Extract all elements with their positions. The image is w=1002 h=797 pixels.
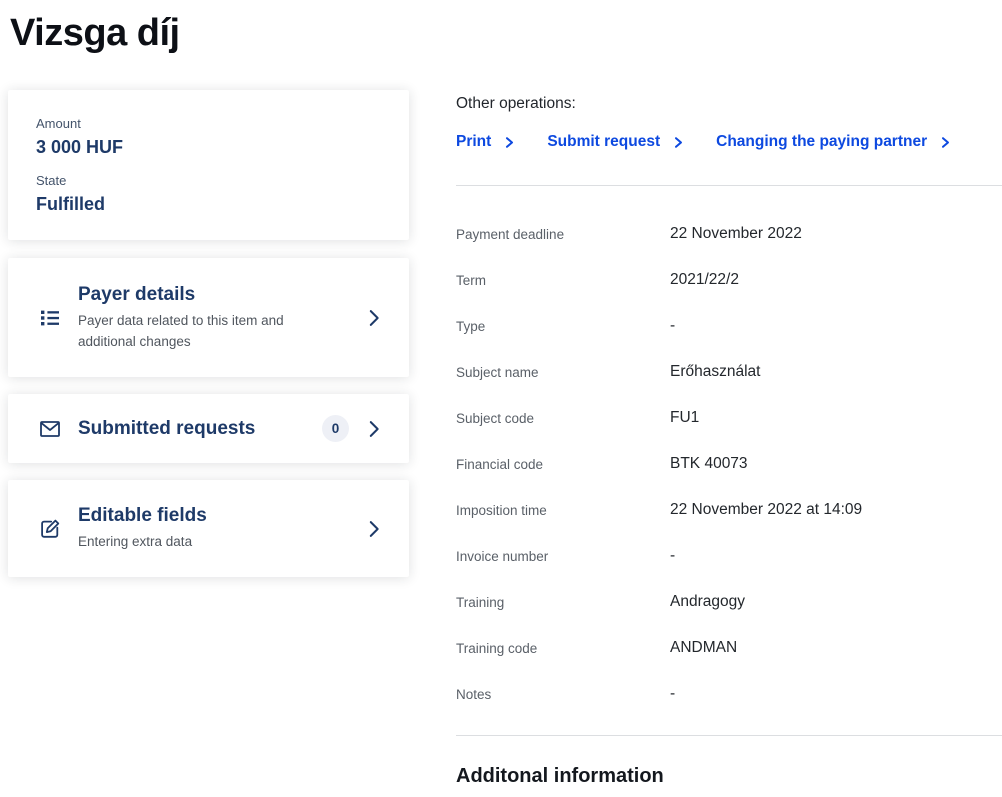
change-paying-partner-link[interactable]: Changing the paying partner [716,132,952,152]
print-link-label: Print [456,132,491,152]
detail-value: 2021/22/2 [670,271,739,289]
amount-field: Amount 3 000 HUF [36,116,385,159]
detail-row-imposition-time: Imposition time 22 November 2022 at 14:0… [456,487,1002,533]
request-count-badge: 0 [322,415,349,442]
detail-label: Training code [456,641,670,656]
nav-card-title: Submitted requests [78,418,255,440]
page-title: Vizsga díj [10,8,1002,58]
chevron-right-icon [363,518,385,540]
detail-row-notes: Notes - [456,671,1002,717]
detail-row-type: Type - [456,303,1002,349]
detail-label: Financial code [456,457,670,472]
detail-label: Invoice number [456,549,670,564]
state-field: State Fulfilled [36,173,385,216]
nav-card-description: Payer data related to this item and addi… [78,311,343,353]
detail-value: BTK 40073 [670,455,748,473]
chevron-right-icon [363,307,385,329]
nav-card-text: Editable fields Entering extra data [78,504,343,553]
main-layout: Amount 3 000 HUF State Fulfilled [0,90,1002,789]
detail-row-financial-code: Financial code BTK 40073 [456,441,1002,487]
operations-links: Print Submit request [456,132,1002,152]
list-icon [38,306,62,330]
detail-row-training: Training Andragogy [456,579,1002,625]
detail-value: 22 November 2022 [670,225,802,243]
detail-value: FU1 [670,409,699,427]
detail-value: ANDMAN [670,639,737,657]
detail-row-payment-deadline: Payment deadline 22 November 2022 [456,211,1002,257]
state-label: State [36,173,385,188]
detail-label: Payment deadline [456,227,670,242]
detail-label: Notes [456,687,670,702]
nav-card-editable-fields[interactable]: Editable fields Entering extra data [8,480,409,577]
summary-card: Amount 3 000 HUF State Fulfilled [8,90,409,240]
detail-value: Andragogy [670,593,745,611]
chevron-right-icon [672,136,685,149]
detail-value: - [670,317,675,335]
chevron-right-icon [939,136,952,149]
detail-row-invoice-number: Invoice number - [456,533,1002,579]
nav-card-payer-details[interactable]: Payer details Payer data related to this… [8,258,409,377]
amount-label: Amount [36,116,385,131]
additional-information-title: Additonal information [456,764,1002,789]
divider [456,185,1002,186]
detail-value: - [670,685,675,703]
state-value: Fulfilled [36,192,385,216]
detail-value: 22 November 2022 at 14:09 [670,501,862,519]
change-paying-partner-link-label: Changing the paying partner [716,132,927,152]
detail-label: Subject code [456,411,670,426]
chevron-right-icon [363,418,385,440]
nav-card-description: Entering extra data [78,532,343,553]
detail-row-subject-code: Subject code FU1 [456,395,1002,441]
submit-request-link[interactable]: Submit request [547,132,685,152]
envelope-icon [38,417,62,441]
print-link[interactable]: Print [456,132,516,152]
detail-row-subject-name: Subject name Erőhasználat [456,349,1002,395]
detail-row-term: Term 2021/22/2 [456,257,1002,303]
detail-label: Term [456,273,670,288]
chevron-right-icon [503,136,516,149]
payment-detail-page: Vizsga díj Amount 3 000 HUF State Fulfil… [0,8,1002,797]
divider [456,735,1002,736]
left-column: Amount 3 000 HUF State Fulfilled [8,90,409,577]
amount-value: 3 000 HUF [36,135,385,159]
detail-row-training-code: Training code ANDMAN [456,625,1002,671]
detail-value: - [670,547,675,565]
detail-label: Imposition time [456,503,670,518]
detail-label: Training [456,595,670,610]
nav-card-submitted-requests[interactable]: Submitted requests 0 [8,394,409,463]
right-column: Other operations: Print Submit request [456,90,1002,789]
detail-label: Type [456,319,670,334]
detail-label: Subject name [456,365,670,380]
detail-value: Erőhasználat [670,363,760,381]
edit-icon [38,517,62,541]
detail-rows: Payment deadline 22 November 2022 Term 2… [456,211,1002,717]
other-operations-label: Other operations: [456,94,1002,113]
nav-card-title: Editable fields [78,504,343,527]
submit-request-link-label: Submit request [547,132,660,152]
nav-card-text: Payer details Payer data related to this… [78,283,343,353]
nav-card-title: Payer details [78,283,343,306]
